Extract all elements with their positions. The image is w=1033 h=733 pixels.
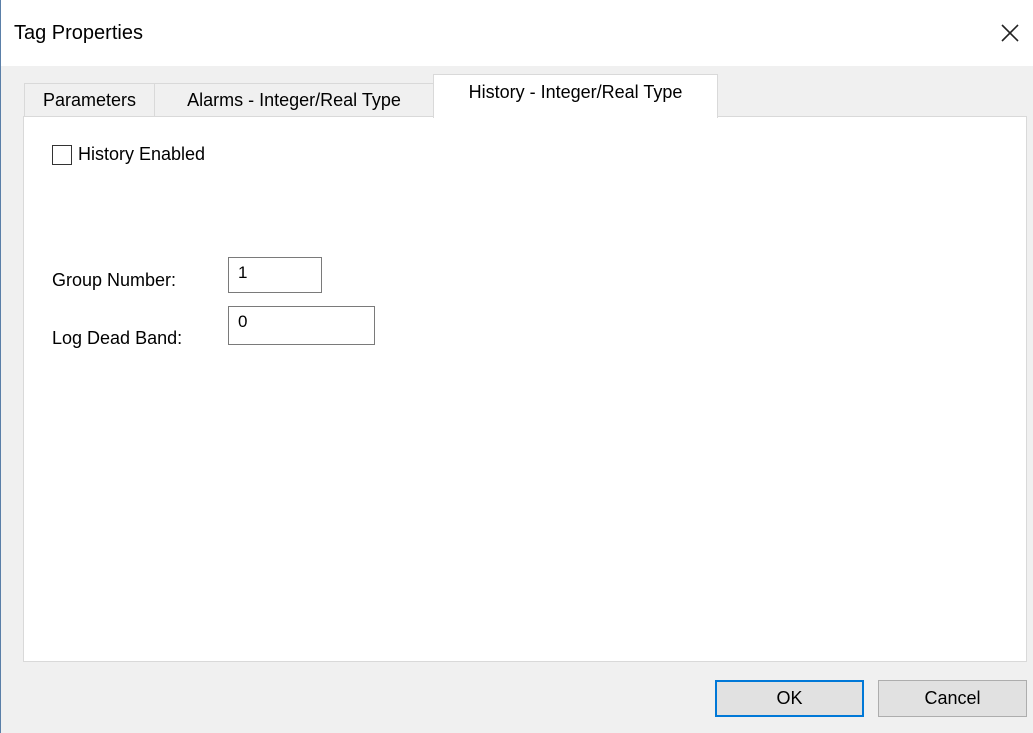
ok-button[interactable]: OK — [715, 680, 864, 717]
tab-history-integer-real[interactable]: History - Integer/Real Type — [433, 74, 718, 118]
tab-label: Parameters — [42, 89, 137, 110]
cancel-button-label: Cancel — [924, 688, 981, 708]
history-enabled-label: History Enabled — [78, 144, 206, 164]
tab-label: Alarms - Integer/Real Type — [187, 89, 401, 110]
close-icon — [1001, 24, 1019, 42]
history-tab-panel: History Enabled Group Number: 1 Log Dead… — [23, 116, 1027, 662]
tab-parameters[interactable]: Parameters — [24, 83, 155, 116]
tab-alarms-integer-real[interactable]: Alarms - Integer/Real Type — [154, 83, 434, 116]
title-bar: Tag Properties — [1, 0, 1033, 66]
ok-button-label: OK — [776, 688, 803, 708]
group-number-field[interactable]: 1 — [228, 257, 322, 293]
log-dead-band-field[interactable]: 0 — [228, 306, 375, 345]
group-number-label: Group Number: — [52, 270, 177, 290]
log-dead-band-label: Log Dead Band: — [52, 328, 183, 348]
cancel-button[interactable]: Cancel — [878, 680, 1027, 717]
tag-properties-dialog: Tag Properties Parameters Alarms - Integ… — [0, 0, 1033, 733]
tab-label: History - Integer/Real Type — [468, 82, 683, 102]
history-enabled-checkbox[interactable] — [52, 144, 72, 165]
window-title: Tag Properties — [14, 22, 143, 44]
history-enabled-checkbox-row[interactable]: History Enabled — [52, 144, 205, 165]
close-button[interactable] — [987, 12, 1033, 54]
